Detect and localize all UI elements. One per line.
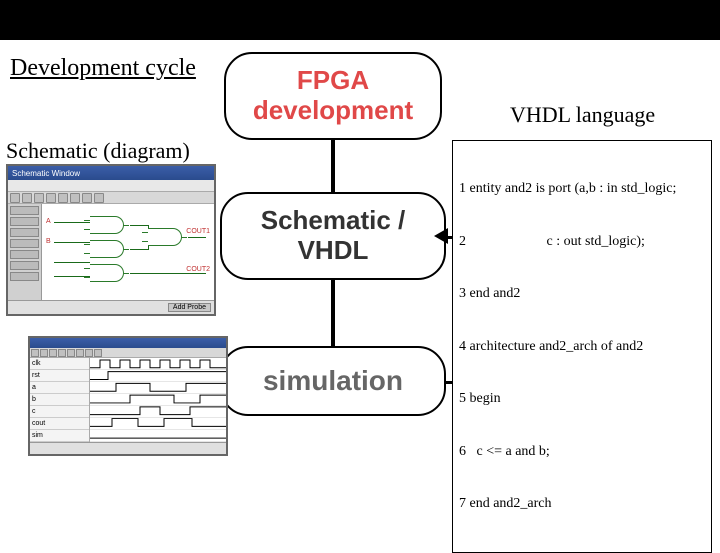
- wire: [54, 262, 90, 263]
- toolbar-icon: [58, 193, 68, 203]
- bubble-schematic-line2: VHDL: [261, 236, 406, 266]
- toolbar-icon: [67, 349, 75, 357]
- loop-back-arrowhead: [434, 228, 448, 244]
- vhdl-code-line: 4 architecture and2_arch of and2: [459, 338, 705, 356]
- palette-swatch: [10, 228, 39, 237]
- toolbar-icon: [49, 349, 57, 357]
- toolbar-icon: [22, 193, 32, 203]
- toolbar-icon: [85, 349, 93, 357]
- wire: [130, 249, 148, 250]
- wire: [54, 242, 90, 243]
- pin-label-cout2: COUT2: [186, 266, 210, 273]
- logic-gate-icon: [90, 216, 124, 234]
- pin-label-a: A: [46, 218, 51, 225]
- sim-signal-row: b: [30, 394, 89, 406]
- vhdl-code-line: 5 begin: [459, 390, 705, 408]
- schematic-canvas: A B COUT1 COUT2: [42, 204, 214, 300]
- logic-gate-icon: [90, 240, 124, 258]
- sim-signal-row: clk: [30, 358, 89, 370]
- connector-top: [331, 140, 335, 192]
- vhdl-code-line: 1 entity and2 is port (a,b : in std_logi…: [459, 180, 705, 198]
- vhdl-code-line: 3 end and2: [459, 285, 705, 303]
- palette-swatch: [10, 261, 39, 270]
- toolbar-icon: [58, 349, 66, 357]
- vhdl-code-line: 7 end and2_arch: [459, 495, 705, 513]
- bubble-simulation: simulation: [220, 346, 446, 416]
- schematic-editor-thumbnail: Schematic Window A: [6, 164, 216, 316]
- sim-signal-names: clk rst a b c cout sim: [30, 358, 90, 442]
- toolbar-icon: [31, 349, 39, 357]
- pin-label-cout1: COUT1: [186, 228, 210, 235]
- schematic-window-titlebar: Schematic Window: [8, 166, 214, 180]
- sim-signal-row: a: [30, 382, 89, 394]
- toolbar-icon: [94, 349, 102, 357]
- wire: [130, 273, 206, 274]
- simulation-window-thumbnail: clk rst a b c cout sim: [28, 336, 228, 456]
- heading-vhdl-language: VHDL language: [510, 102, 655, 128]
- toolbar-icon: [76, 349, 84, 357]
- sim-window-toolbar: [30, 348, 226, 358]
- bubble-schematic-line1: Schematic /: [261, 206, 406, 236]
- sim-signal-row: sim: [30, 430, 89, 442]
- toolbar-icon: [40, 349, 48, 357]
- palette-swatch: [10, 206, 39, 215]
- bubble-simulation-label: simulation: [263, 365, 403, 397]
- toolbar-icon: [10, 193, 20, 203]
- palette-swatch: [10, 217, 39, 226]
- wire: [130, 225, 148, 226]
- toolbar-icon: [70, 193, 80, 203]
- schematic-palette: [8, 204, 42, 300]
- bubble-schematic-vhdl: Schematic / VHDL: [220, 192, 446, 280]
- bubble-fpga-line2: development: [253, 96, 413, 126]
- schematic-window-title: Schematic Window: [12, 169, 80, 178]
- schematic-window-toolbar: [8, 192, 214, 204]
- wire: [188, 237, 206, 238]
- add-probe-button[interactable]: Add Probe: [168, 303, 211, 312]
- logic-gate-icon: [148, 228, 182, 246]
- schematic-window-menubar: [8, 180, 214, 192]
- heading-schematic-diagram: Schematic (diagram): [6, 138, 190, 164]
- wire: [54, 222, 90, 223]
- toolbar-icon: [94, 193, 104, 203]
- bubble-fpga-line1: FPGA: [253, 66, 413, 96]
- palette-swatch: [10, 250, 39, 259]
- pin-label-b: B: [46, 238, 51, 245]
- sim-signal-row: rst: [30, 370, 89, 382]
- connector-mid: [331, 280, 335, 346]
- vhdl-code-line: 2 c : out std_logic);: [459, 233, 705, 251]
- palette-swatch: [10, 239, 39, 248]
- toolbar-icon: [46, 193, 56, 203]
- schematic-window-statusbar: Add Probe: [8, 300, 214, 314]
- heading-dev-cycle: Development cycle: [10, 55, 196, 82]
- top-black-bar: [0, 0, 720, 40]
- sim-signal-row: c: [30, 406, 89, 418]
- sim-signal-row: cout: [30, 418, 89, 430]
- logic-gate-icon: [90, 264, 124, 282]
- sim-window-titlebar: [30, 338, 226, 348]
- vhdl-code-box: 1 entity and2 is port (a,b : in std_logi…: [452, 140, 712, 553]
- palette-swatch: [10, 272, 39, 281]
- sim-window-statusbar: [30, 442, 226, 454]
- vhdl-code-line: 6 c <= a and b;: [459, 443, 705, 461]
- toolbar-icon: [34, 193, 44, 203]
- toolbar-icon: [82, 193, 92, 203]
- bubble-fpga-development: FPGA development: [224, 52, 442, 140]
- sim-wave-area: [90, 358, 226, 442]
